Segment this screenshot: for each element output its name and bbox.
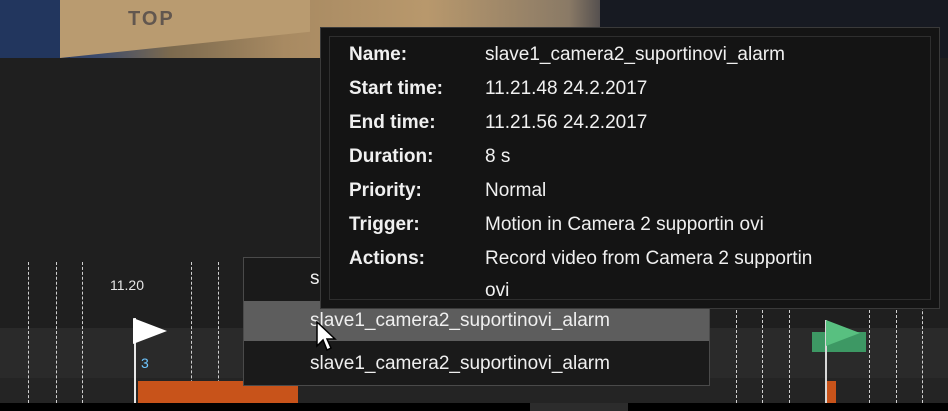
tooltip-value: 11.21.48 24.2.2017 [485,78,648,99]
tooltip-value: Record video from Camera 2 supportin [485,248,813,269]
timeline-scrollbar[interactable] [0,403,948,411]
tooltip-label: Priority: [349,180,422,201]
event-list-item[interactable]: slave1_camera2_suportinovi_alarm [244,344,709,384]
video-object [60,0,310,58]
tooltip-value: Normal [485,180,547,201]
tooltip-label: Start time: [349,78,443,99]
timeline-tick [736,310,737,403]
playhead-flag-icon[interactable] [133,318,167,344]
tooltip-value: slave1_camera2_suportinovi_alarm [485,44,785,65]
bookmark-flag-icon[interactable] [826,320,860,346]
tooltip-label: Duration: [349,146,434,167]
tooltip-label: Name: [349,44,408,65]
timeline-tick [896,310,897,403]
event-bar[interactable] [826,381,836,403]
timeline-tick [762,310,763,403]
timeline-tick [82,262,83,403]
event-count-label: 3 [141,355,149,371]
tooltip-label: Trigger: [349,214,420,235]
timeline-tick [28,262,29,403]
video-text: TOP [128,8,175,30]
timeline-tick [869,310,870,403]
mouse-cursor-icon [316,321,337,352]
tooltip-label: Actions: [349,248,425,269]
timeline-tick [56,262,57,403]
timeline-tick [789,310,790,403]
scrollbar-thumb[interactable] [530,403,628,411]
tooltip-value: Motion in Camera 2 supportin ovi [485,214,764,235]
tooltip-label: End time: [349,112,436,133]
event-details-tooltip: Name: slave1_camera2_suportinovi_alarm S… [320,27,940,309]
timeline-time-label: 11.20 [110,277,144,293]
tooltip-value: 8 s [485,146,511,167]
tooltip-value: 11.21.56 24.2.2017 [485,112,648,133]
tooltip-value: ovi [485,280,510,301]
